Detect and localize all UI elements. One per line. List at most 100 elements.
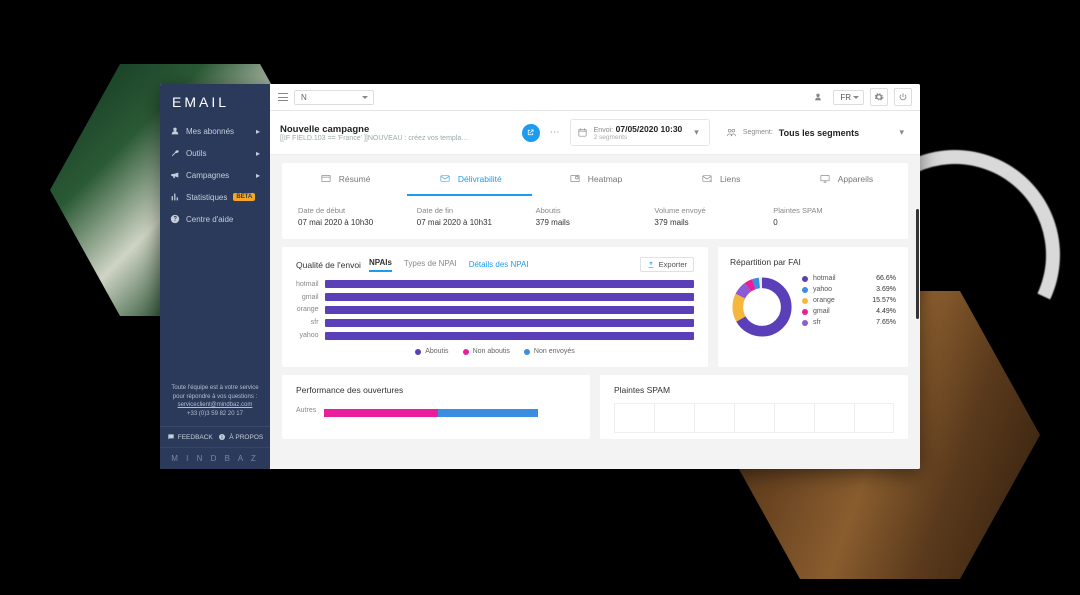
megaphone-icon: [170, 170, 180, 180]
legend-dot: [802, 320, 808, 326]
external-link-icon: [526, 128, 535, 137]
stats-row: Date de début 07 mai 2020 à 10h30 Date de…: [282, 196, 908, 239]
tab-links[interactable]: Liens: [658, 163, 783, 196]
export-label: Exporter: [659, 260, 687, 269]
stat-label: Plaintes SPAM: [773, 206, 892, 215]
quality-card: Qualité de l'envoi NPAIs Types de NPAI D…: [282, 247, 708, 367]
stat-label: Date de début: [298, 206, 417, 215]
beta-badge: BÊTA: [233, 193, 255, 201]
quality-bar-chart: hotmail gmail orange sfr yahoo: [296, 280, 694, 340]
envoi-selector[interactable]: Envoi: 07/05/2020 10:30 2 segments ▾: [570, 119, 710, 146]
bar-label: gmail: [296, 294, 319, 301]
context-selector[interactable]: N: [294, 90, 374, 105]
legend-label: hotmail: [813, 275, 836, 282]
bar-row: [325, 332, 694, 340]
sidebar-support: Toute l'équipe est à votre service pour …: [160, 376, 270, 426]
legend-label: Aboutis: [425, 348, 448, 355]
legend-dot: [802, 276, 808, 282]
npai-detail-link[interactable]: Détails des NPAI: [469, 260, 529, 269]
legend-dot: [802, 287, 808, 293]
legend-dot: [802, 298, 808, 304]
power-button[interactable]: [894, 88, 912, 106]
sidebar-item-stats[interactable]: Statistiques BÊTA: [160, 186, 270, 208]
campaign-title: Nouvelle campagne: [280, 124, 512, 135]
tab-devices[interactable]: Appareils: [783, 163, 908, 196]
topbar: N FR: [270, 84, 920, 111]
wrench-icon: [170, 148, 180, 158]
tab-label: Appareils: [838, 174, 873, 184]
about-label: À PROPOS: [229, 434, 263, 441]
settings-button[interactable]: [870, 88, 888, 106]
feedback-link[interactable]: FEEDBACK: [167, 433, 213, 441]
segment-icon: [726, 127, 737, 138]
legend-label: orange: [813, 297, 835, 304]
legend-pct: 3.69%: [876, 286, 896, 293]
subtab-npais[interactable]: NPAIs: [369, 258, 392, 272]
main: N FR Nouvelle campagne [[IF FIELD.103 ==…: [270, 84, 920, 469]
sidebar-item-help[interactable]: Centre d'aide: [160, 208, 270, 230]
chart-icon: [170, 192, 180, 202]
stat-label: Date de fin: [417, 206, 536, 215]
tab-label: Délivrabilité: [458, 174, 502, 184]
legend-dot: [802, 309, 808, 315]
bar-label: hotmail: [296, 281, 319, 288]
sidebar-item-tools[interactable]: Outils ▸: [160, 142, 270, 164]
segment-label: Segment:: [743, 129, 773, 136]
stat-value: 379 mails: [654, 218, 773, 227]
sidebar-item-campaigns[interactable]: Campagnes ▸: [160, 164, 270, 186]
bar-label: orange: [296, 306, 319, 313]
users-icon: [170, 126, 180, 136]
calendar-icon: [577, 127, 588, 138]
repartition-donut-chart: [730, 275, 794, 339]
content-area: Résumé Délivrabilité Heatmap Liens Appar…: [270, 155, 920, 469]
bar-label: yahoo: [296, 332, 319, 339]
tab-deliverability[interactable]: Délivrabilité: [407, 163, 532, 196]
tab-resume[interactable]: Résumé: [282, 163, 407, 196]
footer-brand: M I N D B A Z: [160, 447, 270, 469]
performance-bar: [324, 409, 576, 417]
hamburger-icon[interactable]: [278, 93, 288, 101]
quality-legend: Aboutis Non aboutis Non envoyés: [296, 348, 694, 355]
subtab-npai-types[interactable]: Types de NPAI: [404, 259, 457, 271]
envoi-sub: 2 segments: [594, 134, 683, 141]
tab-heatmap[interactable]: Heatmap: [532, 163, 657, 196]
edit-campaign-button[interactable]: [522, 124, 540, 142]
envoi-value: 07/05/2020 10:30: [616, 124, 683, 134]
sidebar-item-label: Campagnes: [186, 171, 229, 180]
stat-value: 0: [773, 218, 892, 227]
section-title: Qualité de l'envoi: [296, 260, 361, 270]
legend-dot: [524, 349, 530, 355]
feedback-label: FEEDBACK: [178, 434, 213, 441]
stat-label: Volume envoyé: [654, 206, 773, 215]
chevron-right-icon: ▸: [256, 127, 260, 136]
power-icon: [898, 92, 908, 102]
user-icon[interactable]: [809, 88, 827, 106]
stat-value: 07 mai 2020 à 10h30: [298, 218, 417, 227]
segment-value: Tous les segments: [779, 128, 859, 138]
section-title: Plaintes SPAM: [614, 385, 670, 395]
about-link[interactable]: À PROPOS: [218, 433, 263, 441]
support-email-link[interactable]: serviceclient@mindbaz.com: [178, 402, 253, 408]
support-line2: pour répondre à vos questions :: [168, 393, 262, 401]
envoi-label: Envoi:: [594, 127, 613, 134]
repartition-legend: hotmail66.6% yahoo3.69% orange15.57% gma…: [802, 275, 896, 330]
scrollbar-thumb[interactable]: [916, 209, 919, 319]
sidebar-item-subscribers[interactable]: Mes abonnés ▸: [160, 120, 270, 142]
campaign-more-button[interactable]: ⋯: [550, 127, 560, 138]
segment-selector[interactable]: Segment: Tous les segments ▾: [720, 123, 910, 142]
legend-pct: 66.6%: [876, 275, 896, 282]
perf-row-label: Autres: [296, 407, 316, 414]
spam-chart-empty: [614, 403, 894, 433]
sidebar-footer-links: FEEDBACK À PROPOS: [160, 426, 270, 447]
language-selector[interactable]: FR: [833, 90, 864, 105]
spam-card: Plaintes SPAM: [600, 375, 908, 439]
campaign-header: Nouvelle campagne [[IF FIELD.103 == 'Fra…: [270, 111, 920, 155]
support-line1: Toute l'équipe est à votre service: [168, 384, 262, 392]
legend-label: Non envoyés: [534, 348, 575, 355]
chevron-right-icon: ▸: [256, 149, 260, 158]
export-button[interactable]: Exporter: [640, 257, 694, 272]
info-icon: [218, 433, 226, 441]
chat-icon: [167, 433, 175, 441]
summary-icon: [319, 173, 333, 184]
legend-pct: 4.49%: [876, 308, 896, 315]
